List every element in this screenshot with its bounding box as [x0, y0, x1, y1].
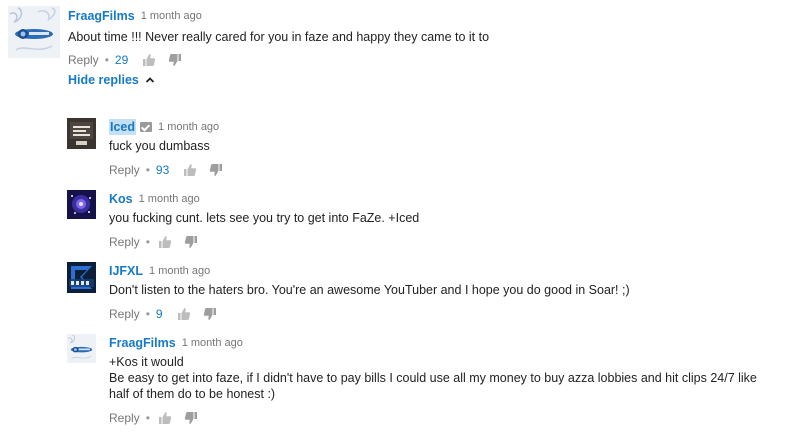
ijfxl-logo-icon — [67, 262, 96, 293]
comment-author[interactable]: FraagFilms — [109, 335, 176, 351]
thumbs-up-icon[interactable] — [177, 307, 191, 321]
fraagfilms-logo-icon — [67, 334, 96, 363]
comment-text: you fucking cunt. lets see you try to ge… — [109, 211, 420, 225]
kos-galaxy-icon — [67, 190, 96, 219]
fraagfilms-avatar[interactable] — [8, 6, 60, 58]
kos-avatar[interactable] — [67, 190, 96, 219]
thumbs-down-icon[interactable] — [184, 235, 198, 249]
comment-text: fuck you dumbass — [109, 139, 210, 153]
fraagfilms-logo-icon — [8, 6, 60, 58]
comment-timestamp[interactable]: 1 month ago — [141, 8, 202, 24]
hide-replies-button[interactable]: Hide replies — [68, 73, 155, 87]
thumbs-down-icon[interactable] — [184, 411, 198, 425]
comment-timestamp[interactable]: 1 month ago — [139, 191, 200, 207]
thumbs-up-icon[interactable] — [142, 53, 156, 67]
iced-logo-icon — [67, 118, 96, 149]
reply-comment: Iced 1 month ago fuck you dumbass Reply … — [0, 110, 805, 180]
reply-comment: IJFXL 1 month ago Don't listen to the ha… — [0, 254, 805, 324]
top-comment: FraagFilms 1 month ago About time !!! Ne… — [0, 0, 805, 70]
iced-avatar[interactable] — [67, 118, 96, 149]
verified-badge-icon — [140, 122, 153, 132]
comment-author[interactable]: Kos — [109, 191, 133, 207]
hide-replies-label: Hide replies — [68, 73, 139, 87]
like-count: 93 — [155, 163, 170, 177]
like-count: 9 — [155, 307, 163, 321]
separator-dot: • — [145, 235, 150, 249]
thumbs-up-icon[interactable] — [183, 163, 197, 177]
comment-author[interactable]: Iced — [109, 119, 137, 135]
reply-button[interactable]: Reply — [109, 307, 140, 321]
thumbs-down-icon[interactable] — [203, 307, 217, 321]
comment-timestamp[interactable]: 1 month ago — [149, 263, 210, 279]
reply-button[interactable]: Reply — [109, 235, 140, 249]
thumbs-up-icon[interactable] — [158, 235, 172, 249]
chevron-up-icon — [145, 77, 155, 83]
fraagfilms-avatar[interactable] — [67, 334, 96, 363]
separator-dot: • — [145, 163, 150, 177]
comment-text: About time !!! Never really cared for yo… — [68, 30, 490, 44]
reply-button[interactable]: Reply — [109, 411, 140, 425]
reply-comment: FraagFilms 1 month ago +Kos it would Be … — [0, 326, 805, 432]
comment-text: Don't listen to the haters bro. You're a… — [109, 283, 630, 297]
thumbs-up-icon[interactable] — [158, 411, 172, 425]
separator-dot: • — [104, 53, 109, 67]
comment-author[interactable]: IJFXL — [109, 263, 143, 279]
comment-text-line: Be easy to get into faze, if I didn't ha… — [109, 371, 757, 385]
reply-button[interactable]: Reply — [109, 163, 140, 177]
separator-dot: • — [145, 307, 150, 321]
reply-comment: Kos 1 month ago you fucking cunt. lets s… — [0, 182, 805, 252]
separator-dot: • — [145, 411, 150, 425]
comment-text-line: +Kos it would — [109, 355, 184, 369]
comment-text-line: half of them do to be honest :) — [109, 387, 276, 401]
comment-timestamp[interactable]: 1 month ago — [182, 335, 243, 351]
thumbs-down-icon[interactable] — [168, 53, 182, 67]
ijfxl-avatar[interactable] — [67, 262, 96, 293]
comment-author[interactable]: FraagFilms — [68, 8, 135, 24]
like-count: 29 — [114, 53, 129, 67]
comment-timestamp[interactable]: 1 month ago — [158, 119, 219, 135]
reply-button[interactable]: Reply — [68, 53, 99, 67]
thumbs-down-icon[interactable] — [209, 163, 223, 177]
